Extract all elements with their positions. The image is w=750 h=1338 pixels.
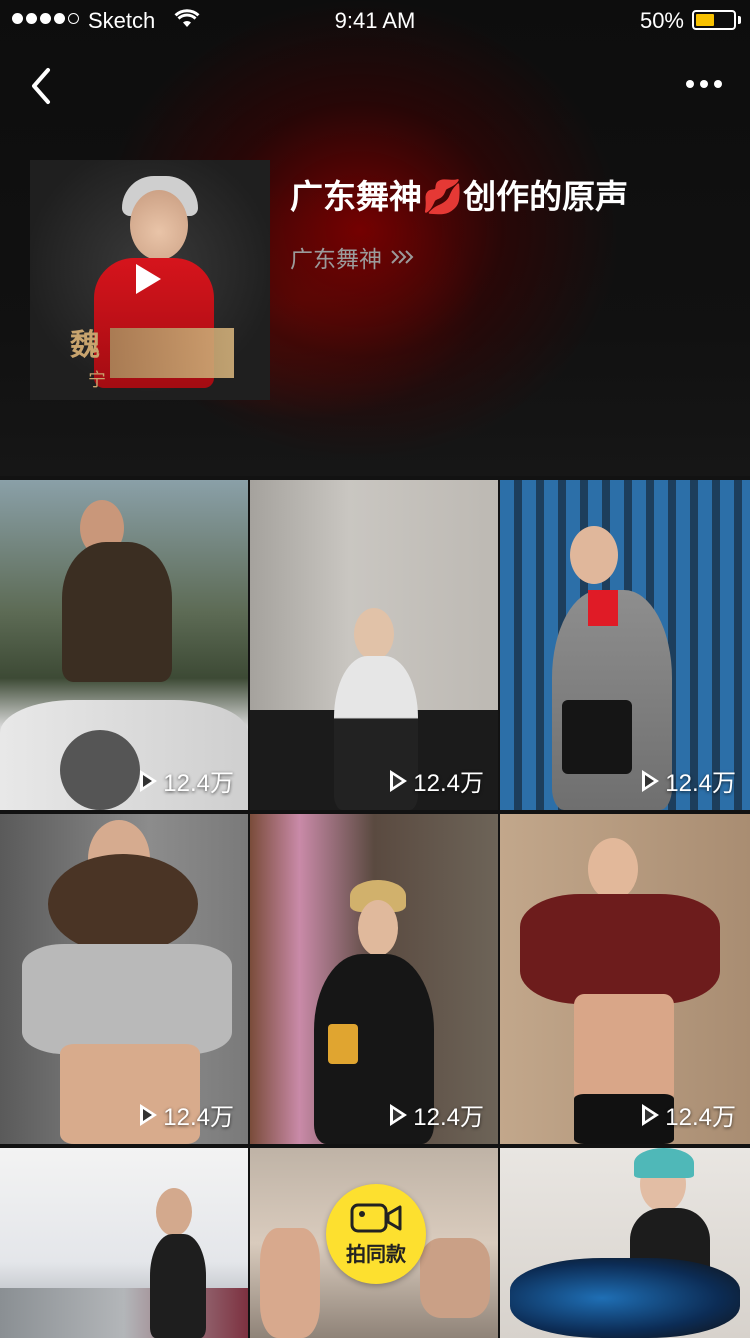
video-thumbnail[interactable]: 12.4万	[0, 814, 248, 1144]
video-thumbnail[interactable]: 12.4万	[500, 480, 750, 810]
play-count: 12.4万	[390, 1097, 484, 1132]
author-name: 广东舞神	[290, 246, 382, 272]
more-button[interactable]	[682, 72, 726, 96]
play-count: 12.4万	[642, 1097, 736, 1132]
play-icon	[140, 1103, 158, 1126]
video-thumbnail[interactable]: 12.4万	[250, 480, 498, 810]
video-camera-icon	[350, 1203, 402, 1232]
play-count: 12.4万	[140, 763, 234, 798]
music-title: 广东舞神💋创作的原声	[290, 178, 629, 215]
play-icon	[642, 769, 660, 792]
video-thumbnail[interactable]: 12.4万	[0, 480, 248, 810]
video-thumbnail[interactable]: 12.4万	[500, 814, 750, 1144]
more-horizontal-icon	[686, 80, 694, 88]
shoot-same-button[interactable]: 拍同款	[326, 1184, 426, 1284]
play-count: 12.4万	[140, 1097, 234, 1132]
video-thumbnail[interactable]	[500, 1148, 750, 1338]
battery-icon	[692, 10, 736, 30]
video-thumbnail[interactable]: 12.4万	[250, 814, 498, 1144]
author-link[interactable]: 广东舞神	[290, 240, 416, 274]
music-cover[interactable]: 魏 宁	[30, 160, 270, 400]
play-icon[interactable]	[136, 264, 161, 294]
back-button[interactable]	[24, 64, 64, 108]
chevron-left-icon	[32, 68, 50, 104]
status-bar: Sketch 9:41 AM 50%	[0, 0, 750, 40]
play-icon	[390, 1103, 408, 1126]
play-icon	[140, 769, 158, 792]
status-time: 9:41 AM	[334, 8, 416, 33]
music-header: Sketch 9:41 AM 50% 魏 宁 广东舞神💋创作的原声 广东舞神	[0, 0, 750, 476]
play-count: 12.4万	[390, 763, 484, 798]
shoot-same-label: 拍同款	[346, 1243, 406, 1266]
play-count: 12.4万	[642, 763, 736, 798]
play-icon	[642, 1103, 660, 1126]
video-thumbnail[interactable]	[0, 1148, 248, 1338]
battery-percent: 50%	[639, 8, 684, 33]
play-icon	[390, 769, 408, 792]
triple-chevron-right-icon	[391, 250, 414, 264]
